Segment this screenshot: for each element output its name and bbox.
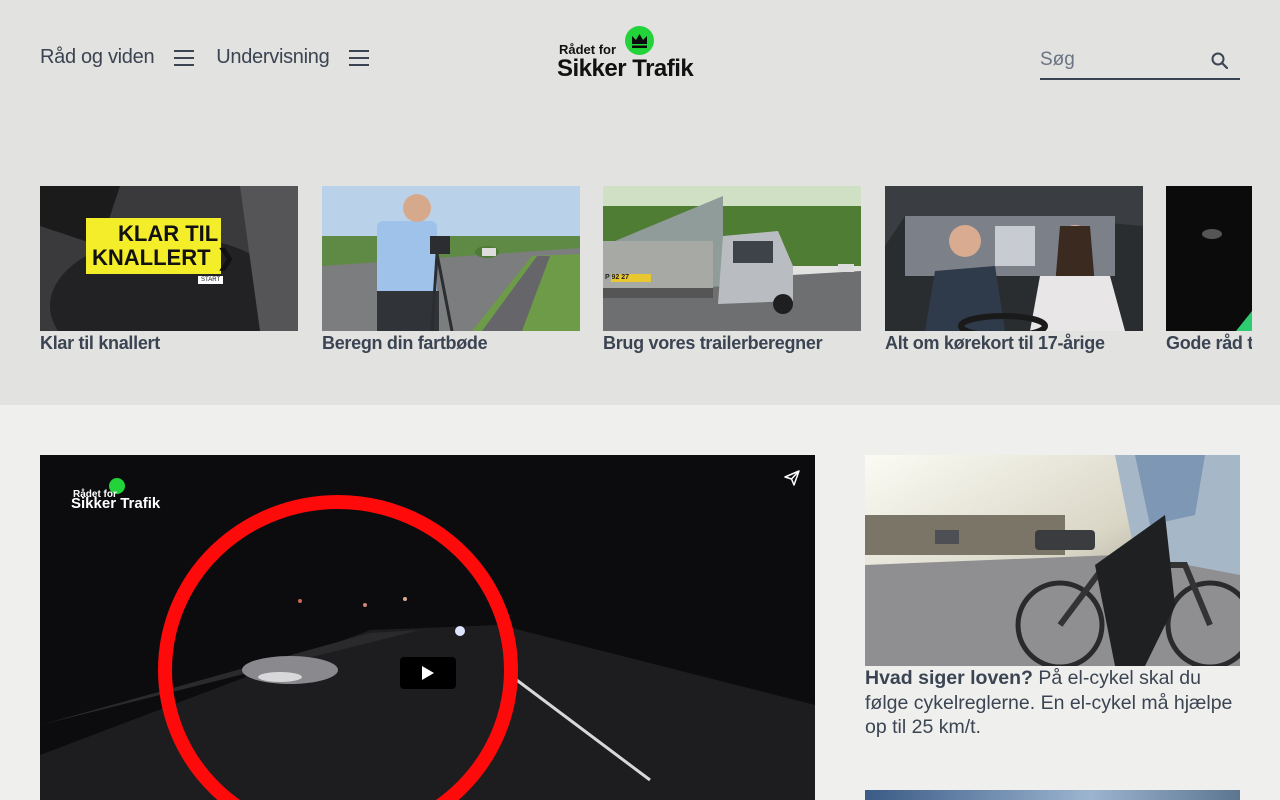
site-logo[interactable]: Rådet for Sikker Trafik — [557, 26, 727, 84]
card-title: Brug vores trailerberegner — [603, 333, 823, 353]
card-title: Alt om kørekort til 17-årige — [885, 333, 1105, 353]
carousel-thumb — [322, 186, 580, 331]
article-teaser[interactable]: Hvad siger loven? På el-cykel skal du fø… — [865, 666, 1240, 740]
feature-carousel: KLAR TIL KNALLERT ❯ START Klar til knall… — [40, 186, 1252, 366]
video-logo-line2: Sikker Trafik — [71, 495, 161, 512]
search-box — [1040, 44, 1240, 80]
hamburger-icon[interactable] — [174, 49, 195, 66]
carousel-thumb — [885, 186, 1143, 331]
thumb-text: KNALLERT ❯ — [92, 245, 236, 270]
carousel-card[interactable]: P 92 27 Brug vores trailerberegner — [603, 186, 861, 354]
card-title: Gode råd til — [1166, 333, 1252, 353]
carousel-thumb — [1166, 186, 1252, 331]
share-icon[interactable] — [783, 469, 801, 487]
crown-icon — [625, 26, 654, 55]
carousel-card[interactable]: Alt om kørekort til 17-årige — [885, 186, 1143, 354]
article-image[interactable] — [865, 790, 1240, 800]
card-title: Klar til knallert — [40, 333, 160, 353]
thumb-badge: START — [198, 276, 224, 284]
search-icon[interactable] — [1211, 52, 1228, 69]
carousel-thumb: KLAR TIL KNALLERT ❯ START — [40, 186, 298, 331]
site-header: Råd og viden Undervisning Rådet for Sikk… — [0, 0, 1280, 405]
video-player[interactable]: Rådet for Sikker Trafik — [40, 455, 815, 800]
carousel-card[interactable]: Beregn din fartbøde — [322, 186, 580, 354]
play-button[interactable] — [400, 657, 456, 689]
play-icon — [422, 666, 434, 680]
main-nav: Råd og viden Undervisning — [40, 46, 391, 69]
carousel-card[interactable]: KLAR TIL KNALLERT ❯ START Klar til knall… — [40, 186, 298, 354]
thumb-text: KLAR TIL — [118, 221, 219, 246]
logo-line2: Sikker Trafik — [557, 55, 694, 82]
hamburger-icon[interactable] — [349, 49, 370, 66]
carousel-thumb: P 92 27 — [603, 186, 861, 331]
card-title: Beregn din fartbøde — [322, 333, 488, 353]
article-lead: Hvad siger loven? — [865, 667, 1033, 689]
article-image[interactable] — [865, 455, 1240, 666]
search-input[interactable] — [1040, 44, 1200, 76]
license-plate: P 92 27 — [605, 274, 630, 281]
nav-link-undervisning[interactable]: Undervisning — [216, 46, 329, 69]
nav-link-raad-og-viden[interactable]: Råd og viden — [40, 46, 155, 69]
carousel-card[interactable]: Gode råd til — [1166, 186, 1252, 354]
